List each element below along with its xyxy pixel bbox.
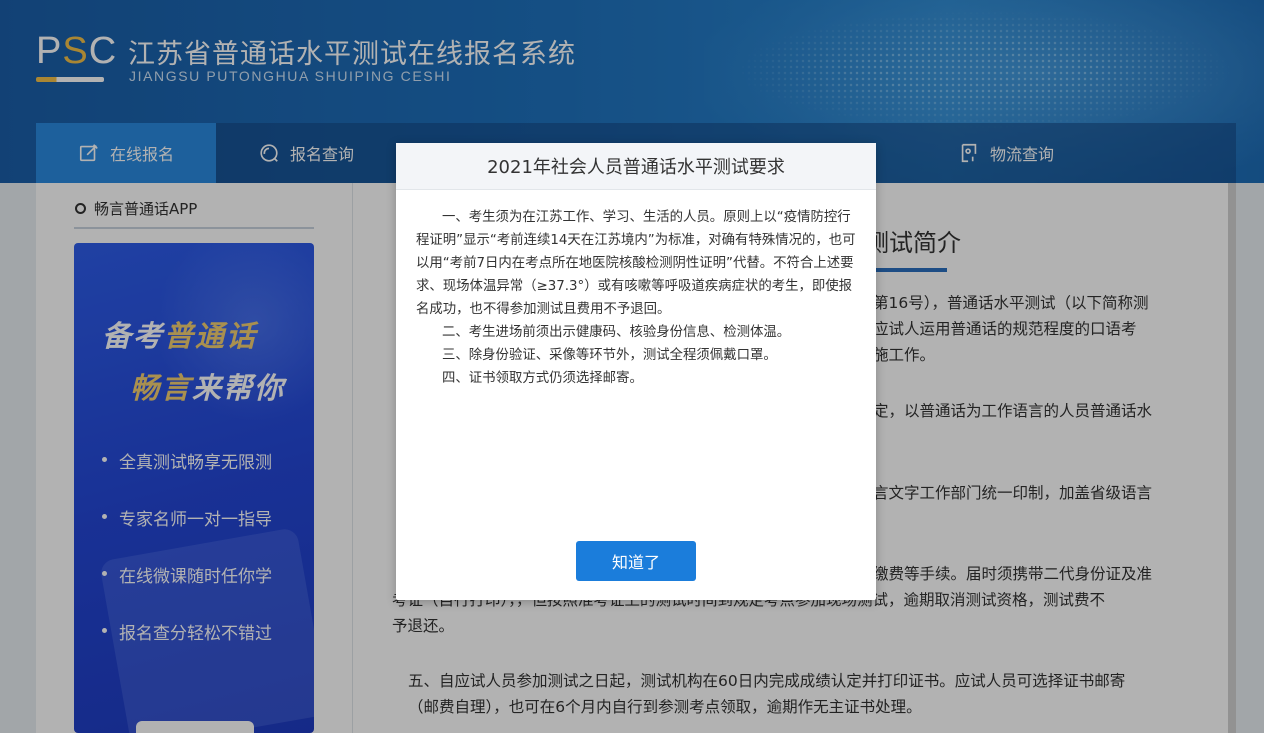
requirement-item-4: 四、证书领取方式仍须选择邮寄。 (442, 371, 643, 386)
requirement-item-1: 一、考生须为在江苏工作、学习、生活的人员。原则上以“疫情防控行程证明”显示“考前… (416, 210, 856, 317)
requirement-item-2: 二、考生进场前须出示健康码、核验身份信息、检测体温。 (442, 325, 791, 340)
dialog-title: 2021年社会人员普通话水平测试要求 (396, 143, 876, 190)
requirements-dialog: 2021年社会人员普通话水平测试要求 一、考生须为在江苏工作、学习、生活的人员。… (396, 143, 876, 600)
dialog-body: 一、考生须为在江苏工作、学习、生活的人员。原则上以“疫情防控行程证明”显示“考前… (396, 190, 876, 390)
requirement-item-3: 三、除身份验证、采像等环节外，测试全程须佩戴口罩。 (442, 348, 777, 363)
page-scrollbar[interactable] (1228, 183, 1236, 733)
acknowledge-button[interactable]: 知道了 (576, 541, 696, 581)
